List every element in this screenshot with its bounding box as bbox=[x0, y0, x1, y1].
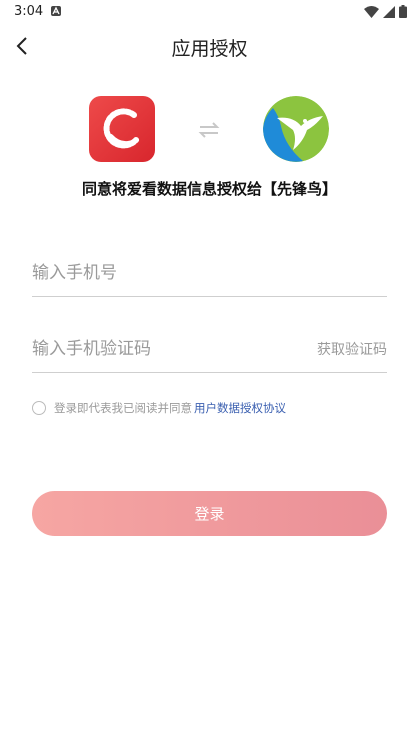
page-title: 应用授权 bbox=[171, 38, 248, 60]
app-logo bbox=[89, 96, 155, 162]
phone-input[interactable] bbox=[32, 253, 292, 293]
agreement-link[interactable]: 用户数据授权协议 bbox=[194, 400, 286, 416]
notification-a-icon bbox=[51, 6, 61, 16]
agreement-text: 登录即代表我已阅读并同意 bbox=[54, 401, 192, 415]
logo-row bbox=[0, 96, 419, 164]
agreement-checkbox[interactable] bbox=[32, 401, 46, 415]
consent-title: 同意将爱看数据信息授权给【先锋鸟】 bbox=[81, 180, 337, 198]
verification-code-input[interactable] bbox=[32, 329, 292, 369]
status-time: 3:04 bbox=[14, 4, 44, 19]
agreement-row: 登录即代表我已阅读并同意 用户数据授权协议 bbox=[32, 398, 286, 418]
app-bar: 应用授权 bbox=[0, 24, 419, 68]
status-icons bbox=[364, 5, 407, 18]
partner-bird-logo bbox=[263, 96, 329, 162]
battery-icon bbox=[399, 5, 407, 18]
code-field: 获取验证码 bbox=[32, 329, 387, 373]
status-bar: 3:04 bbox=[0, 0, 419, 24]
get-code-button[interactable]: 获取验证码 bbox=[317, 339, 387, 359]
signal-icon bbox=[383, 5, 395, 18]
phone-field bbox=[32, 253, 387, 297]
login-button[interactable]: 登录 bbox=[32, 491, 387, 536]
swap-arrows-icon bbox=[198, 120, 220, 140]
wifi-icon bbox=[364, 5, 379, 18]
